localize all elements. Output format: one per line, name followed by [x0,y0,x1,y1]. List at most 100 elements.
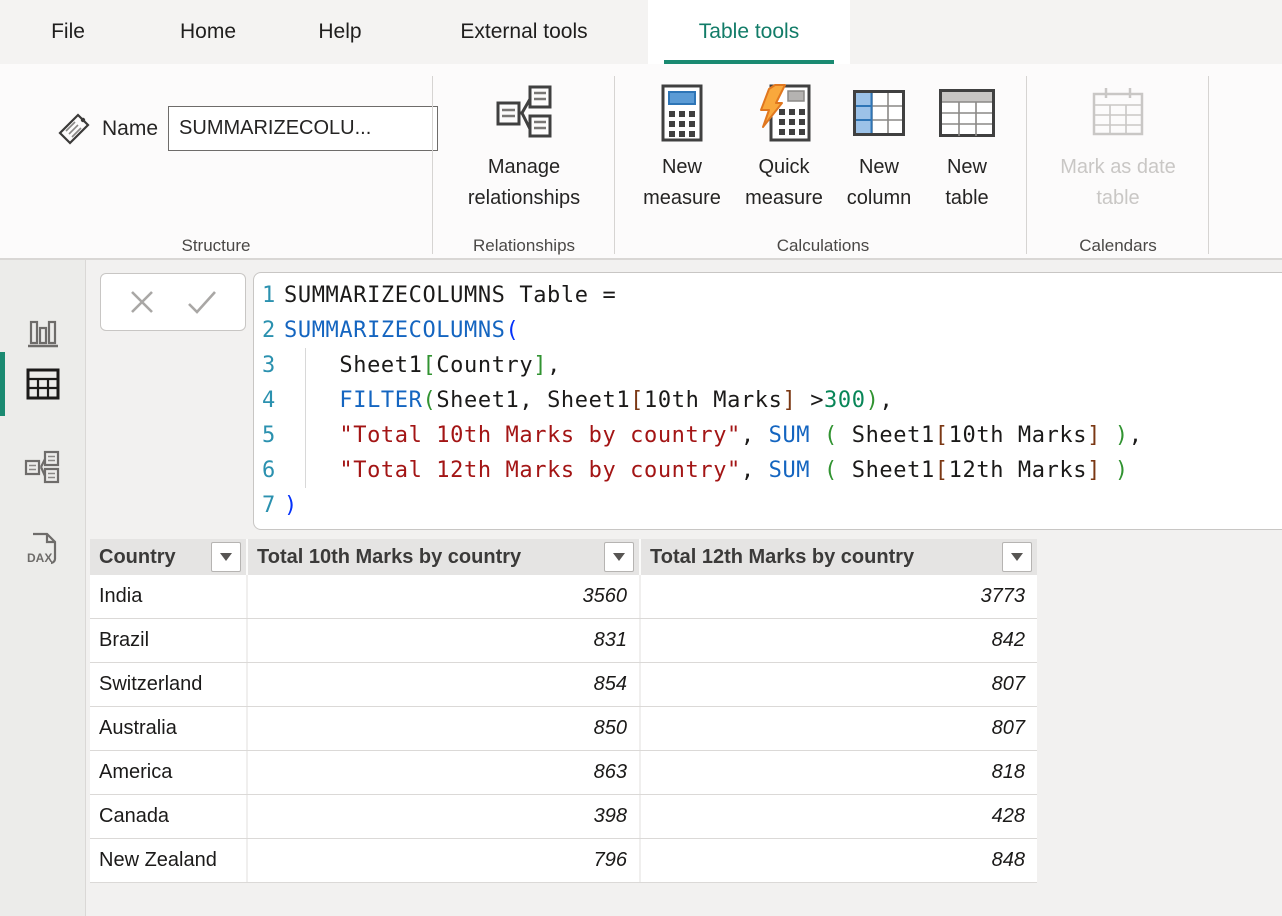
code-line[interactable]: 4 FILTER(Sheet1, Sheet1[10th Marks] >300… [254,383,1282,418]
code-text: Sheet1[Country], [284,348,561,383]
new-table-button[interactable]: New table [926,74,1008,214]
code-text: SUMMARIZECOLUMNS( [284,313,519,348]
code-line[interactable]: 7) [254,488,1282,523]
value-cell[interactable]: 850 [248,707,641,750]
value-cell[interactable]: 818 [641,751,1037,794]
new-column-label: New column [834,152,924,214]
code-lines[interactable]: 1SUMMARIZECOLUMNS Table =2SUMMARIZECOLUM… [254,278,1282,523]
column-header-total-10th-marks[interactable]: Total 10th Marks by country [248,539,641,575]
value-cell[interactable]: 3560 [248,575,641,618]
group-separator [614,76,615,254]
calculations-group-label: Calculations [634,236,1012,256]
table-row: New Zealand796848 [90,839,1037,883]
code-text: FILTER(Sheet1, Sheet1[10th Marks] >300), [284,383,893,418]
ribbon-tab-bar: File Home Help External tools Table tool… [0,0,1282,64]
value-cell[interactable]: 807 [641,663,1037,706]
data-grid-header: Country Total 10th Marks by country Tota… [90,539,1037,575]
mark-as-date-table-icon [1089,86,1147,140]
value-cell[interactable]: 398 [248,795,641,838]
table-row: Brazil831842 [90,619,1037,663]
new-measure-icon [659,83,705,143]
value-cell[interactable]: 3773 [641,575,1037,618]
tab-table-tools[interactable]: Table tools [648,0,850,64]
dax-formula-editor[interactable]: 1SUMMARIZECOLUMNS Table =2SUMMARIZECOLUM… [253,272,1282,530]
group-separator [1026,76,1027,254]
code-line[interactable]: 6 "Total 12th Marks by country", SUM ( S… [254,453,1282,488]
sidebar-item-model-view[interactable] [0,435,86,499]
tab-help-label: Help [318,20,361,44]
table-row: Australia850807 [90,707,1037,751]
dax-query-view-icon: DAX [23,531,63,569]
code-text: SUMMARIZECOLUMNS Table = [284,278,616,313]
table-row: India35603773 [90,575,1037,619]
tab-home[interactable]: Home [148,0,268,64]
value-cell[interactable]: 428 [641,795,1037,838]
value-cell[interactable]: 831 [248,619,641,662]
value-cell[interactable]: 863 [248,751,641,794]
value-cell[interactable]: 842 [641,619,1037,662]
line-number: 7 [254,488,284,523]
name-field-label: Name [102,117,158,141]
tab-home-label: Home [180,20,236,44]
mark-as-date-table-label: Mark as date table [1038,152,1198,214]
column-header-country[interactable]: Country [90,539,248,575]
view-sidebar: DAX [0,260,86,916]
value-cell[interactable]: 848 [641,839,1037,882]
code-text: "Total 10th Marks by country", SUM ( She… [284,418,1143,453]
country-cell[interactable]: Canada [90,795,248,838]
code-line[interactable]: 2SUMMARIZECOLUMNS( [254,313,1282,348]
column-header-label: Total 10th Marks by country [257,546,521,569]
country-cell[interactable]: Brazil [90,619,248,662]
value-cell[interactable]: 854 [248,663,641,706]
mark-as-date-table-button: Mark as date table [1038,74,1198,214]
structure-group: Name [56,106,438,151]
country-cell[interactable]: India [90,575,248,618]
value-cell[interactable]: 796 [248,839,641,882]
ribbon: Name Structure Manage relationships Rela… [0,64,1282,260]
cancel-formula-icon[interactable] [127,287,157,317]
column-header-total-12th-marks[interactable]: Total 12th Marks by country [641,539,1037,575]
code-text: ) [284,488,298,523]
relationships-group-label: Relationships [442,236,606,256]
line-number: 5 [254,418,284,453]
sidebar-item-table-view[interactable] [0,352,86,416]
new-table-icon [938,88,996,138]
manage-relationships-button[interactable]: Manage relationships [442,74,606,214]
code-line[interactable]: 5 "Total 10th Marks by country", SUM ( S… [254,418,1282,453]
country-cell[interactable]: Australia [90,707,248,750]
filter-dropdown-button[interactable] [604,542,634,572]
line-number: 3 [254,348,284,383]
line-number: 1 [254,278,284,313]
table-row: Canada398428 [90,795,1037,839]
code-line[interactable]: 1SUMMARIZECOLUMNS Table = [254,278,1282,313]
tab-table-tools-label: Table tools [699,20,799,44]
tab-external-tools[interactable]: External tools [412,0,636,64]
new-column-button[interactable]: New column [834,74,924,214]
line-number: 6 [254,453,284,488]
commit-formula-icon[interactable] [185,287,219,317]
manage-relationships-label: Manage relationships [442,152,606,214]
table-row: Switzerland854807 [90,663,1037,707]
column-header-label: Country [99,546,176,569]
value-cell[interactable]: 807 [641,707,1037,750]
country-cell[interactable]: America [90,751,248,794]
quick-measure-button[interactable]: Quick measure [732,74,836,214]
filter-dropdown-button[interactable] [211,542,241,572]
tab-help[interactable]: Help [288,0,392,64]
table-view-icon [25,367,61,401]
table-name-input[interactable] [168,106,438,151]
report-view-icon [24,314,62,350]
data-grid: Country Total 10th Marks by country Tota… [90,539,1037,883]
quick-measure-label: Quick measure [732,152,836,214]
indent-guide [305,348,306,488]
data-grid-body: India35603773Brazil831842Switzerland8548… [90,575,1037,883]
tab-file[interactable]: File [28,0,108,64]
sidebar-item-dax-query-view[interactable]: DAX [0,518,86,582]
filter-dropdown-button[interactable] [1002,542,1032,572]
country-cell[interactable]: Switzerland [90,663,248,706]
dax-icon-text: DAX [27,551,52,565]
country-cell[interactable]: New Zealand [90,839,248,882]
quick-measure-icon [755,83,813,143]
new-measure-button[interactable]: New measure [634,74,730,214]
code-line[interactable]: 3 Sheet1[Country], [254,348,1282,383]
